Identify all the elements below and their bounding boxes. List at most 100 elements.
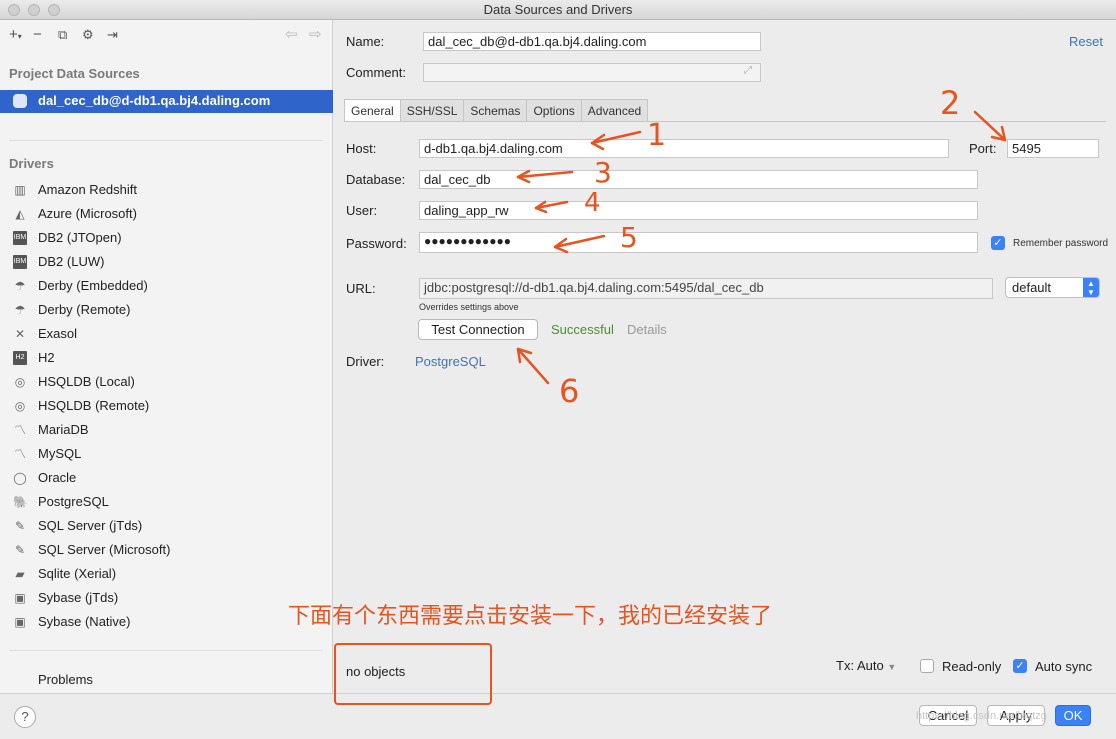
sidebar-toolbar: +▾ − ⧉ ⚙ ⇥ ⇦ ⇨ <box>0 20 333 52</box>
url-mode-value: default <box>1012 280 1052 295</box>
url-mode-select[interactable]: default ▲ ▼ <box>1005 277 1100 298</box>
driver-item[interactable]: ▣ Sybase (Native) <box>0 610 333 634</box>
project-data-sources-heading: Project Data Sources <box>9 66 140 81</box>
driver-item[interactable]: ☂ Derby (Embedded) <box>0 274 333 298</box>
exasol-icon: ✕ <box>14 327 26 341</box>
sidebar: +▾ − ⧉ ⚙ ⇥ ⇦ ⇨ Project Data Sources dal_… <box>0 20 333 693</box>
ok-button[interactable]: OK <box>1055 705 1091 726</box>
import-icon[interactable]: ⇥ <box>107 26 118 44</box>
sybase-icon: ▣ <box>14 591 26 605</box>
remember-password-checkbox[interactable]: ✓ <box>991 236 1005 250</box>
expand-icon[interactable]: ⤢ <box>744 65 752 76</box>
problems-item[interactable]: Problems <box>38 672 93 687</box>
driver-item[interactable]: 〽 MariaDB <box>0 418 333 442</box>
driver-item[interactable]: ▰ Sqlite (Xerial) <box>0 562 333 586</box>
reset-link[interactable]: Reset <box>1069 34 1103 49</box>
annotation-number-4: 4 <box>584 188 601 218</box>
driver-label: Derby (Remote) <box>38 302 131 317</box>
hsqldb-icon: ◎ <box>14 375 26 389</box>
driver-item[interactable]: ▥ Amazon Redshift <box>0 178 333 202</box>
driver-item[interactable]: ◎ HSQLDB (Local) <box>0 370 333 394</box>
host-field[interactable]: d-db1.qa.bj4.daling.com <box>419 139 949 158</box>
driver-label: Sqlite (Xerial) <box>38 566 117 581</box>
driver-item[interactable]: ▣ Sybase (jTds) <box>0 586 333 610</box>
driver-label: Azure (Microsoft) <box>38 206 137 221</box>
db2-icon: IBM <box>13 255 27 269</box>
postgresql-icon: 🐘 <box>13 495 28 509</box>
window-title: Data Sources and Drivers <box>483 2 633 17</box>
derby-icon: ☂ <box>14 303 26 317</box>
auto-sync-checkbox[interactable]: ✓ <box>1013 659 1027 673</box>
driver-label: PostgreSQL <box>38 494 109 509</box>
sybase-icon: ▣ <box>14 615 26 629</box>
remove-icon[interactable]: − <box>33 26 42 44</box>
test-status: Successful <box>551 322 614 337</box>
driver-item[interactable]: IBM DB2 (LUW) <box>0 250 333 274</box>
annotation-number-5: 5 <box>620 221 638 254</box>
comment-label: Comment: <box>346 65 406 80</box>
details-link[interactable]: Details <box>627 322 667 337</box>
driver-label: Oracle <box>38 470 77 485</box>
driver-link[interactable]: PostgreSQL <box>415 354 486 369</box>
driver-label: MariaDB <box>38 422 89 437</box>
tx-mode-dropdown[interactable]: Tx: Auto ▼ <box>836 658 896 673</box>
drivers-heading: Drivers <box>9 156 54 171</box>
driver-label: DB2 (LUW) <box>38 254 105 269</box>
sqlserver-icon: ✎ <box>14 543 26 557</box>
read-only-checkbox[interactable] <box>920 659 934 673</box>
annotation-note: 下面有个东西需要点击安装一下，我的已经安装了 <box>288 604 773 629</box>
driver-item[interactable]: ☂ Derby (Remote) <box>0 298 333 322</box>
sidebar-divider <box>9 140 323 141</box>
test-connection-button[interactable]: Test Connection <box>418 319 538 340</box>
driver-label: SQL Server (Microsoft) <box>38 542 171 557</box>
comment-field[interactable] <box>423 63 761 82</box>
annotation-number-6: 6 <box>559 372 580 410</box>
url-field[interactable]: jdbc:postgresql://d-db1.qa.bj4.daling.co… <box>419 278 993 299</box>
watermark-text: https://blog.csdn.net/lnqtzg <box>916 710 1047 722</box>
tab-ssh-ssl[interactable]: SSH/SSL <box>400 99 465 122</box>
driver-item[interactable]: 🐘 PostgreSQL <box>0 490 333 514</box>
driver-item[interactable]: IBM DB2 (JTOpen) <box>0 226 333 250</box>
driver-settings-icon[interactable]: ⚙ <box>82 26 94 44</box>
driver-item[interactable]: ◭ Azure (Microsoft) <box>0 202 333 226</box>
password-label: Password: <box>346 236 407 251</box>
driver-label: MySQL <box>38 446 82 461</box>
mysql-icon: 〽 <box>13 447 26 461</box>
driver-label: Driver: <box>346 354 385 369</box>
selected-data-source[interactable]: dal_cec_db@d-db1.qa.bj4.daling.com <box>0 90 333 113</box>
help-button[interactable]: ? <box>14 706 36 728</box>
tab-general[interactable]: General <box>344 99 401 122</box>
name-field[interactable]: dal_cec_db@d-db1.qa.bj4.daling.com <box>423 32 761 51</box>
driver-item[interactable]: ✎ SQL Server (Microsoft) <box>0 538 333 562</box>
tab-schemas[interactable]: Schemas <box>464 99 528 122</box>
tab-options[interactable]: Options <box>527 99 582 122</box>
forward-arrow-icon[interactable]: ⇨ <box>309 26 322 44</box>
back-arrow-icon[interactable]: ⇦ <box>285 26 298 44</box>
password-field[interactable]: ●●●●●●●●●●●● <box>419 232 978 253</box>
driver-item[interactable]: 〽 MySQL <box>0 442 333 466</box>
driver-item[interactable]: ◎ HSQLDB (Remote) <box>0 394 333 418</box>
driver-item[interactable]: ◯ Oracle <box>0 466 333 490</box>
tab-bar: General SSH/SSL Schemas Options Advanced <box>344 99 649 122</box>
driver-label: DB2 (JTOpen) <box>38 230 122 245</box>
driver-item[interactable]: H2 H2 <box>0 346 333 370</box>
tx-mode-label: Tx: Auto <box>836 658 884 673</box>
host-label: Host: <box>346 141 377 156</box>
redshift-icon: ▥ <box>14 183 26 197</box>
data-source-label: dal_cec_db@d-db1.qa.bj4.daling.com <box>38 93 271 108</box>
driver-label: Derby (Embedded) <box>38 278 148 293</box>
annotation-highlight-box <box>334 643 492 705</box>
driver-label: Exasol <box>38 326 78 341</box>
duplicate-icon[interactable]: ⧉ <box>58 26 67 44</box>
driver-item[interactable]: ✎ SQL Server (jTds) <box>0 514 333 538</box>
annotation-number-3: 3 <box>594 156 612 189</box>
user-field[interactable]: daling_app_rw <box>419 201 978 220</box>
add-icon[interactable]: +▾ <box>9 26 22 46</box>
tab-advanced[interactable]: Advanced <box>581 99 649 122</box>
driver-item[interactable]: ✕ Exasol <box>0 322 333 346</box>
port-field[interactable]: 5495 <box>1007 139 1099 158</box>
annotation-number-1: 1 <box>647 118 667 153</box>
driver-label: H2 <box>38 350 55 365</box>
annotation-number-2: 2 <box>940 84 961 122</box>
database-field[interactable]: dal_cec_db <box>419 170 978 189</box>
